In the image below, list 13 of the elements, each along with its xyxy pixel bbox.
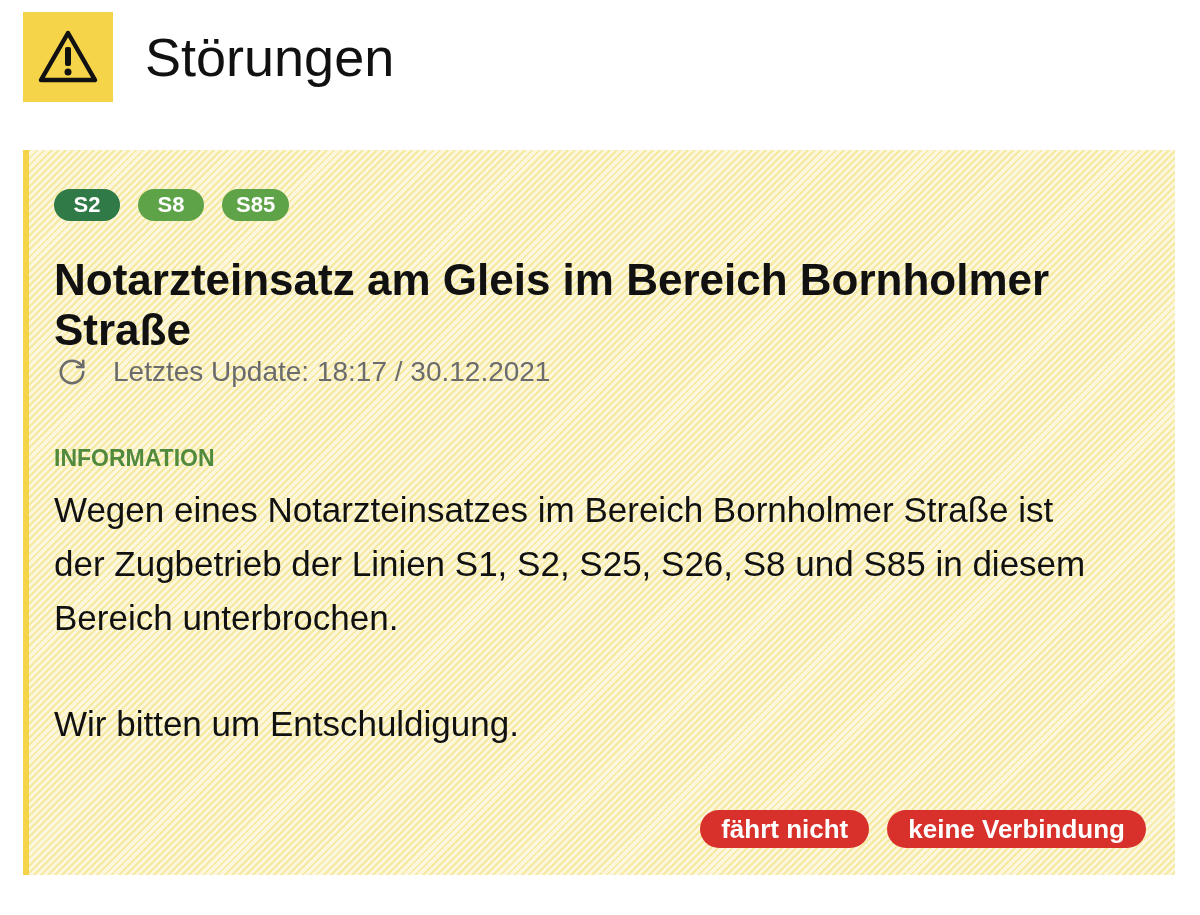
line-badge: S85 — [222, 189, 290, 221]
status-tag: keine Verbindung — [887, 810, 1146, 848]
status-tag: fährt nicht — [700, 810, 870, 848]
warning-icon — [23, 12, 113, 102]
update-time: Letztes Update: 18:17 / 30.12.2021 — [113, 355, 551, 389]
page-title: Störungen — [145, 26, 395, 89]
refresh-icon — [57, 357, 87, 387]
info-paragraph: Wir bitten um Entschuldigung. — [54, 703, 520, 745]
info-paragraph: Wegen eines Notarzteinsatzes im Bereich Bornholmer Straße ist der Zugbetrieb der Linien S1, S2, S25, S26, S8 und S85 in diesem Bereich unterbrochen. — [54, 489, 1087, 639]
line-badge: S2 — [54, 189, 120, 221]
section-label: INFORMATION — [54, 444, 215, 473]
disruption-title: Notarzteinsatz am Gleis im Bereich Bornholmer Straße — [54, 255, 1051, 355]
line-badge: S8 — [138, 189, 204, 221]
